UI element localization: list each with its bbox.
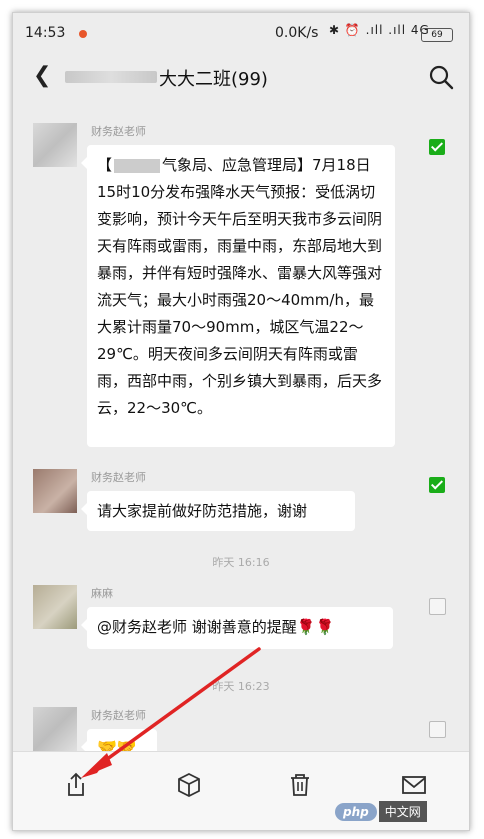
message-text: 请大家提前做好防范措施，谢谢 bbox=[97, 502, 308, 520]
sender-name: 财务赵老师 bbox=[91, 471, 146, 484]
avatar[interactable] bbox=[33, 585, 77, 629]
search-icon[interactable] bbox=[427, 63, 455, 91]
status-time: 14:53 bbox=[25, 25, 66, 41]
message-bubble[interactable]: 请大家提前做好防范措施，谢谢 bbox=[81, 491, 355, 531]
sender-name: 麻麻 bbox=[91, 587, 113, 600]
message-bubble[interactable]: 【气象局、应急管理局】7月18日15时10分发布强降水天气预报：受低涡切变影响，… bbox=[81, 145, 395, 447]
chat-area: 财务赵老师 【气象局、应急管理局】7月18日15时10分发布强降水天气预报：受低… bbox=[13, 101, 469, 765]
avatar[interactable] bbox=[33, 123, 77, 167]
message-text-start: 【 bbox=[97, 156, 113, 174]
sender-name: 财务赵老师 bbox=[91, 709, 146, 722]
message-bubble[interactable]: @财务赵老师 谢谢善意的提醒🌹🌹 bbox=[81, 607, 393, 649]
mail-icon[interactable] bbox=[399, 770, 429, 800]
status-icons: ✱ ⏰ .ıll .ıll 4G bbox=[329, 23, 430, 37]
avatar[interactable] bbox=[33, 707, 77, 751]
sender-name: 财务赵老师 bbox=[91, 125, 146, 138]
select-checkbox[interactable] bbox=[429, 139, 445, 155]
message-text: @财务赵老师 谢谢善意的提醒🌹🌹 bbox=[97, 618, 335, 636]
redacted-text bbox=[114, 158, 161, 173]
select-checkbox[interactable] bbox=[429, 721, 446, 738]
select-checkbox[interactable] bbox=[429, 598, 446, 615]
share-icon[interactable] bbox=[61, 770, 91, 800]
notification-dot-icon bbox=[79, 30, 87, 38]
message-text: 气象局、应急管理局】7月18日15时10分发布强降水天气预报：受低涡切变影响，预… bbox=[97, 156, 383, 417]
back-arrow-icon[interactable]: ❮ bbox=[33, 63, 51, 88]
avatar[interactable] bbox=[33, 469, 77, 513]
timestamp: 昨天 16:23 bbox=[212, 680, 270, 693]
trash-icon[interactable] bbox=[285, 770, 315, 800]
status-bar: 14:53 0.0K/s ✱ ⏰ .ıll .ıll 4G 69 bbox=[13, 13, 469, 53]
blurred-group-name bbox=[65, 71, 157, 83]
phone-frame: 14:53 0.0K/s ✱ ⏰ .ıll .ıll 4G 69 ❮ 大大二班(… bbox=[12, 12, 470, 831]
watermark: php 中文网 bbox=[335, 801, 465, 827]
title-bar: ❮ 大大二班(99) bbox=[13, 53, 469, 101]
select-checkbox[interactable] bbox=[429, 477, 445, 493]
chat-title: 大大二班(99) bbox=[159, 69, 268, 90]
network-speed: 0.0K/s bbox=[275, 25, 319, 41]
watermark-php: php bbox=[335, 803, 377, 821]
timestamp: 昨天 16:16 bbox=[212, 556, 270, 569]
watermark-text: 中文网 bbox=[378, 801, 427, 822]
battery-icon: 69 bbox=[421, 28, 453, 42]
favorite-cube-icon[interactable] bbox=[174, 770, 204, 800]
